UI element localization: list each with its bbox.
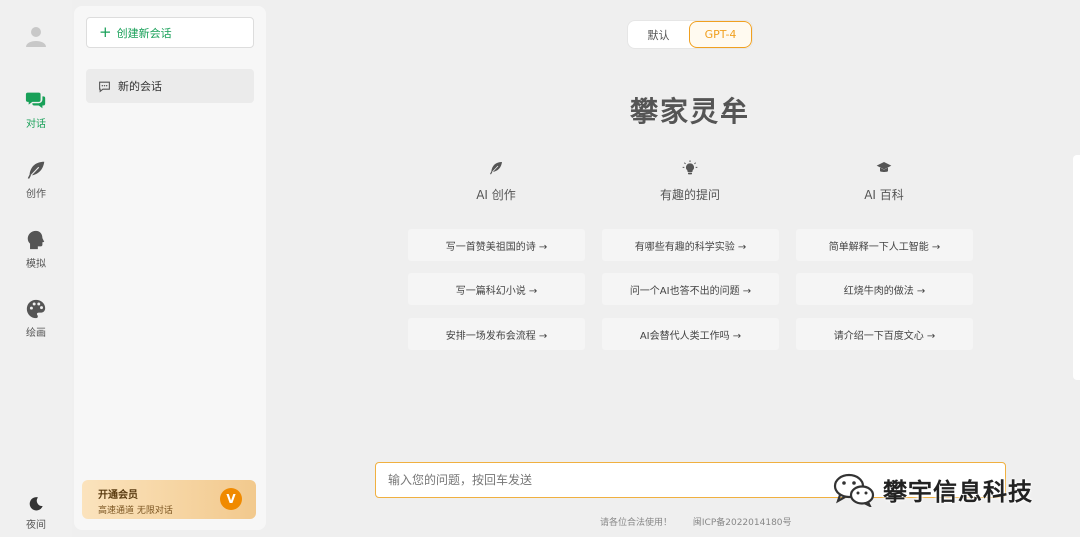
nav-item-create[interactable]: 创作 [0,159,72,209]
graduation-cap-icon [876,162,892,172]
footer-icp-link[interactable]: 闽ICP备2022014180号 [693,518,792,528]
page-title: 攀家灵牟 [629,95,750,128]
prompt-button[interactable]: 安排一场发布会流程 → [408,318,585,350]
prompt-button[interactable]: 写一首赞美祖国的诗 → [408,229,585,261]
model-option-default[interactable]: 默认 [628,21,689,48]
model-option-gpt4[interactable]: GPT-4 [689,21,752,48]
new-chat-button[interactable]: + 创建新会话 [86,17,254,48]
nav-item-label: 对话 [26,119,46,130]
message-icon [99,81,110,93]
nav-item-label: 创作 [26,189,46,200]
category-label: AI 百科 [864,188,904,202]
watermark-text: 攀宇信息科技 [883,478,1033,506]
category-label: AI 创作 [476,188,516,202]
wechat-icon [833,473,875,507]
nav-item-paint[interactable]: 绘画 [0,298,72,348]
nav-item-simulate[interactable]: 模拟 [0,229,72,279]
watermark: 攀宇信息科技 [833,472,1033,507]
model-switch: 默认 GPT-4 [627,20,753,49]
plus-icon: + [99,23,112,41]
right-edge-panel [1073,155,1080,380]
prompt-button[interactable]: 写一篇科幻小说 → [408,273,585,305]
prompt-button[interactable]: 有哪些有趣的科学实验 → [602,229,779,261]
vip-upgrade-card[interactable]: 开通会员 高速通道 无限对话 V [82,480,256,519]
prompt-button[interactable]: 问一个AI也答不出的问题 → [602,273,779,305]
new-chat-label: 创建新会话 [116,26,172,40]
feather-icon [490,162,502,175]
nav-item-label: 模拟 [26,259,46,270]
head-profile-icon [27,230,45,250]
session-item[interactable]: 新的会话 [86,69,254,103]
night-mode-label: 夜间 [26,520,46,531]
lightbulb-icon [682,160,698,175]
prompt-button[interactable]: 请介绍一下百度文心 → [796,318,973,350]
session-sidebar: + 创建新会话 新的会话 开通会员 高速通道 无限对话 V [74,6,266,530]
night-mode-toggle[interactable]: 夜间 [0,496,72,537]
prompt-button[interactable]: 简单解释一下人工智能 → [796,229,973,261]
category-label: 有趣的提问 [659,188,720,202]
footer: 请各位合法使用！ 闽ICP备2022014180号 [600,515,792,528]
moon-icon [29,497,43,511]
category-fun-questions: 有趣的提问 [602,160,778,203]
feather-icon [27,161,45,179]
category-ai-create: AI 创作 [408,160,584,203]
chat-icon [25,92,46,109]
category-ai-encyclopedia: AI 百科 [796,160,972,203]
nav-item-label: 绘画 [26,328,46,339]
nav-item-chat[interactable]: 对话 [0,89,72,139]
prompt-button[interactable]: AI会替代人类工作吗 → [602,318,779,350]
footer-notice: 请各位合法使用！ [600,518,673,528]
nav-rail: 对话 创作 模拟 绘画 夜间 [0,0,72,537]
session-title: 新的会话 [118,80,162,93]
palette-icon [26,299,46,319]
prompt-button[interactable]: 红烧牛肉的做法 → [796,273,973,305]
user-avatar-icon[interactable] [24,24,48,48]
vip-badge-icon: V [220,488,242,510]
